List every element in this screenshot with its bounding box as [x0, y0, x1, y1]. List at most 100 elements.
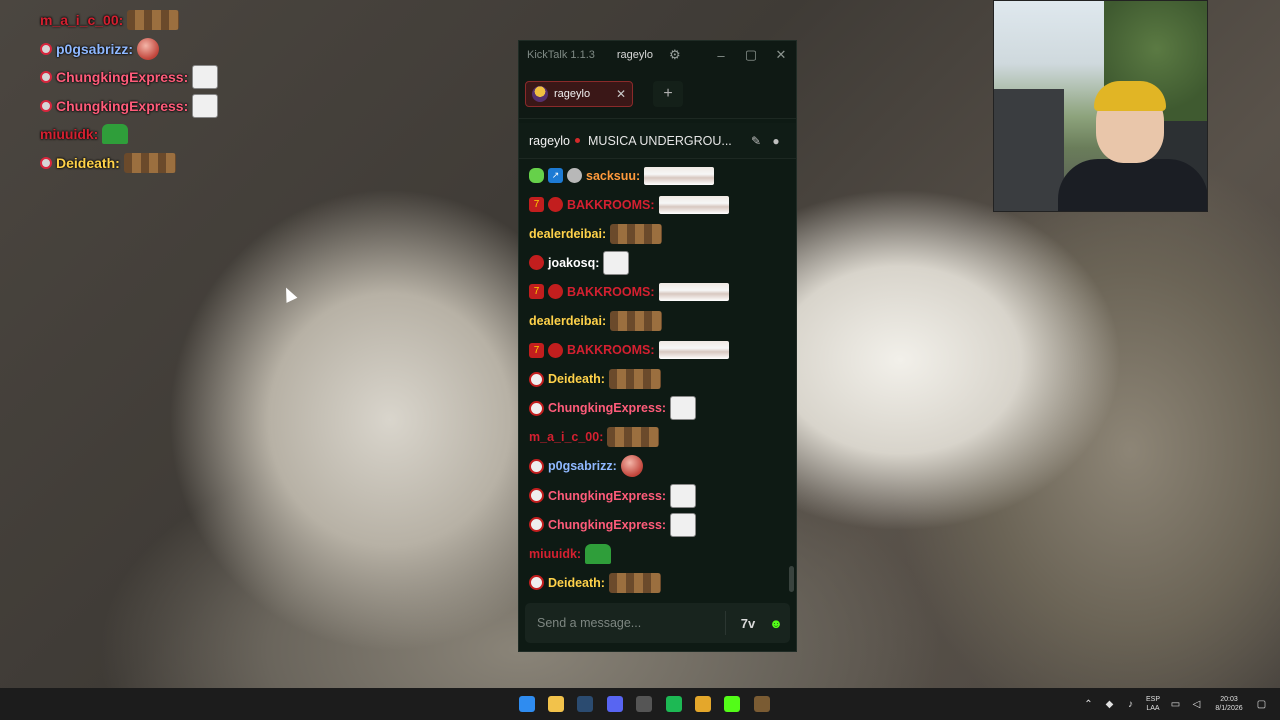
overlay-username: ChungkingExpress: — [56, 69, 189, 86]
chrome-icon — [695, 696, 712, 712]
spotify-button[interactable] — [659, 688, 688, 720]
monkeys-emote-icon — [127, 10, 180, 31]
chevron-up-icon[interactable]: ⌃ — [1078, 699, 1099, 710]
redsq-badge-icon: 7 — [529, 284, 544, 300]
chat-username[interactable]: sacksuu: — [586, 169, 640, 183]
chat-username[interactable]: dealerdeibai: — [529, 314, 606, 328]
steam-button[interactable] — [571, 688, 600, 720]
windows-start-icon — [518, 696, 535, 712]
ball-emote-icon — [620, 455, 643, 478]
overlay-username: Deideath: — [56, 154, 120, 171]
face-emote-icon — [644, 166, 715, 185]
green-badge-icon — [529, 168, 544, 184]
discord-button[interactable] — [600, 688, 629, 720]
chat-message[interactable]: Deideath: — [529, 365, 789, 394]
chat-username[interactable]: m_a_i_c_00: — [529, 430, 603, 444]
maximize-button[interactable]: ▢ — [736, 47, 766, 63]
red-badge-icon — [548, 342, 563, 358]
chat-message[interactable]: 7 BAKKROOMS: — [529, 277, 789, 306]
face-emote-icon — [658, 341, 729, 360]
chat-username[interactable]: joakosq: — [548, 256, 599, 270]
notification-icon[interactable]: ▢ — [1251, 699, 1272, 710]
file-explorer-icon — [548, 696, 565, 712]
grey-badge-icon — [529, 371, 544, 387]
chat-messages[interactable]: ↗ sacksuu: 7 BAKKROOMS: dealerdeibai: joakosq… — [519, 161, 789, 595]
windows-start-button[interactable] — [512, 688, 541, 720]
7tv-emote-icon[interactable]: 7v — [734, 616, 762, 631]
obs-button[interactable] — [630, 688, 659, 720]
sketch-emote-icon — [192, 93, 219, 118]
chat-username[interactable]: ChungkingExpress: — [548, 489, 666, 503]
app-name: KickTalk 1.1.3 — [527, 49, 595, 61]
chrome-button[interactable] — [688, 688, 717, 720]
chat-username[interactable]: Deideath: — [548, 372, 605, 386]
chat-username[interactable]: BAKKROOMS: — [567, 198, 655, 212]
chat-message[interactable]: dealerdeibai: — [529, 306, 789, 335]
chat-username[interactable]: p0gsabrizz: — [548, 459, 617, 473]
language-indicator[interactable]: ESP LAA — [1141, 695, 1165, 713]
chat-message[interactable]: ↗ sacksuu: — [529, 161, 789, 190]
chat-message[interactable]: joakosq: — [529, 248, 789, 277]
microphone-icon[interactable]: ♪ — [1120, 699, 1141, 710]
monkeys-emote-icon — [610, 311, 663, 332]
close-tab-icon[interactable]: ✕ — [616, 87, 626, 101]
pin-icon[interactable]: ✎ — [746, 134, 766, 148]
add-tab-button[interactable]: + — [653, 80, 683, 107]
chat-message[interactable]: 7 BAKKROOMS: — [529, 336, 789, 365]
redsq-badge-icon: 7 — [529, 342, 544, 358]
steam-icon — [577, 696, 594, 712]
chat-message[interactable]: miuuidk: — [529, 539, 789, 568]
face-emote-icon — [658, 282, 729, 301]
chat-username[interactable]: ChungkingExpress: — [548, 401, 666, 415]
chat-username[interactable]: ChungkingExpress: — [548, 518, 666, 532]
chat-message[interactable]: ChungkingExpress: — [529, 481, 789, 510]
face-emote-icon — [658, 195, 729, 214]
network-icon[interactable]: ▭ — [1165, 699, 1186, 710]
webcam-person — [1058, 71, 1207, 211]
chat-username[interactable]: BAKKROOMS: — [567, 285, 655, 299]
chat-message[interactable]: dealerdeibai: — [529, 219, 789, 248]
overlay-chat-line: p0gsabrizz: — [40, 35, 340, 64]
stream-title: MUSICA UNDERGROU... — [588, 133, 732, 148]
chat-username[interactable]: BAKKROOMS: — [567, 343, 655, 357]
message-input[interactable] — [537, 616, 725, 630]
scrollbar[interactable] — [789, 566, 794, 592]
title-bar: KickTalk 1.1.3 rageylo ⚙ – ▢ ✕ — [519, 41, 796, 69]
close-button[interactable]: ✕ — [766, 47, 796, 63]
overlay-username: p0gsabrizz: — [56, 40, 134, 57]
chat-username[interactable]: Deideath: — [548, 576, 605, 590]
file-explorer-button[interactable] — [541, 688, 570, 720]
clock[interactable]: 20:03 8/1/2026 — [1207, 695, 1251, 713]
kick-emote-icon[interactable]: ☻ — [762, 616, 790, 631]
chat-message[interactable]: Deideath: — [529, 568, 789, 595]
webcam-feed — [993, 0, 1208, 212]
overlay-chat: m_a_i_c_00: p0gsabrizz: ChungkingExpress: C… — [40, 6, 340, 177]
kick-icon — [724, 696, 741, 712]
overlay-username: ChungkingExpress: — [56, 97, 189, 114]
chat-username[interactable]: dealerdeibai: — [529, 227, 606, 241]
tab-bar: rageylo ✕ + — [519, 69, 796, 119]
silver-badge-icon — [567, 168, 582, 184]
monkeys-emote-icon — [610, 223, 663, 244]
minimize-button[interactable]: – — [706, 48, 736, 63]
monkeys-emote-icon — [607, 427, 660, 448]
chat-message[interactable]: p0gsabrizz: — [529, 452, 789, 481]
chat-message[interactable]: m_a_i_c_00: — [529, 423, 789, 452]
volume-icon[interactable]: ◁ — [1186, 699, 1207, 710]
chat-username[interactable]: miuuidk: — [529, 547, 581, 561]
user-icon[interactable]: ● — [766, 134, 786, 148]
channel-name: rageylo — [529, 133, 570, 148]
minecraft-button[interactable] — [747, 688, 776, 720]
kick-button[interactable] — [718, 688, 747, 720]
chat-message[interactable]: ChungkingExpress: — [529, 394, 789, 423]
overlay-chat-line: m_a_i_c_00: — [40, 6, 340, 35]
taskbar-apps — [512, 688, 777, 720]
chat-message[interactable]: ChungkingExpress: — [529, 510, 789, 539]
shield-icon[interactable]: ◆ — [1099, 699, 1120, 710]
mouse-cursor-icon — [280, 285, 298, 303]
sketch-emote-icon — [192, 65, 219, 90]
kicktalk-window: KickTalk 1.1.3 rageylo ⚙ – ▢ ✕ rageylo ✕… — [518, 40, 797, 652]
chat-message[interactable]: 7 BAKKROOMS: — [529, 190, 789, 219]
tab-rageylo[interactable]: rageylo ✕ — [525, 80, 633, 107]
gear-icon[interactable]: ⚙ — [669, 47, 681, 63]
